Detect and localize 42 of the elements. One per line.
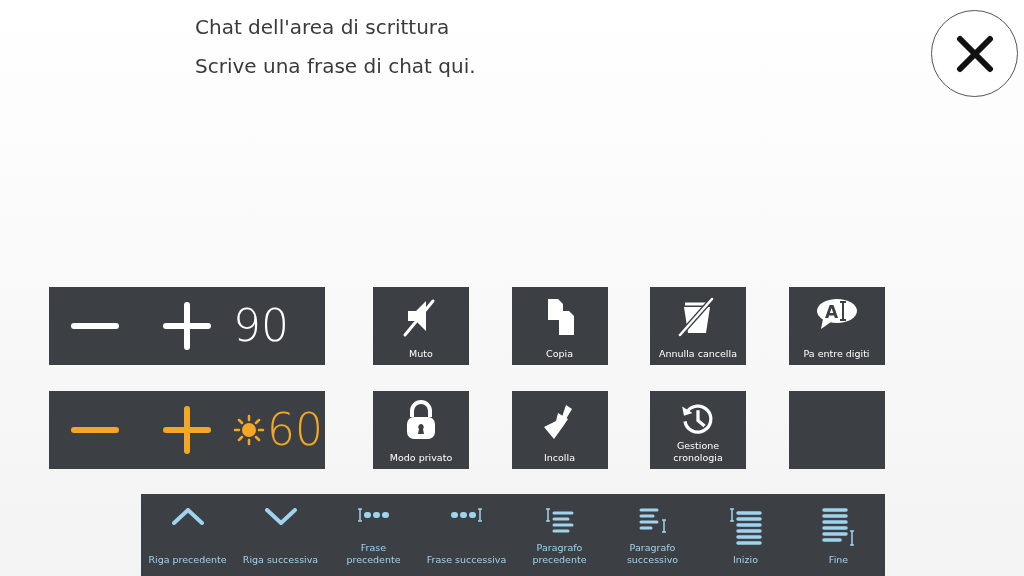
navigation-button[interactable]: Paragrafo precedente <box>513 494 606 576</box>
mute-icon <box>403 299 435 337</box>
plus-icon <box>163 406 211 454</box>
paragraph-start-icon <box>545 508 574 533</box>
navigation-button[interactable]: Paragrafo successivo <box>606 494 699 576</box>
minus-icon <box>71 322 119 330</box>
volume-value: 90 <box>233 304 289 348</box>
tile-button[interactable]: Modo privato <box>373 391 469 469</box>
plus-icon <box>163 302 211 350</box>
tile-button[interactable]: Muto <box>373 287 469 365</box>
minus-icon <box>71 426 119 434</box>
instruction-text: Scrive una frase di chat qui. <box>195 53 476 80</box>
paragraph-end-icon <box>638 508 667 533</box>
navigation-button[interactable]: Frase precedente <box>327 494 420 576</box>
sentence-end-icon <box>450 508 483 522</box>
document-start-icon <box>729 508 762 545</box>
navigation-button[interactable]: Riga successiva <box>234 494 327 576</box>
chevron-up-icon <box>171 508 204 525</box>
tile-button[interactable]: Annulla cancella <box>650 287 746 365</box>
copy-icon <box>547 299 574 335</box>
navigation-button[interactable]: Inizio <box>699 494 792 576</box>
brightness-value: 60 <box>267 408 323 452</box>
sun-icon <box>233 414 265 446</box>
document-end-icon <box>822 508 855 546</box>
chevron-down-icon <box>264 508 297 525</box>
navigation-button[interactable]: Fine <box>792 494 885 576</box>
tile-button[interactable]: Gestione cronologia <box>650 391 746 469</box>
trash-icon <box>678 297 714 337</box>
close-icon <box>955 34 994 73</box>
tile-button[interactable]: Copia <box>511 287 608 365</box>
tile-button[interactable]: A Pa entre digiti <box>788 287 885 365</box>
speech-bubble-icon <box>816 299 857 329</box>
sentence-start-icon <box>357 508 390 522</box>
lock-icon <box>407 400 435 439</box>
icon-letter: A <box>824 302 838 322</box>
tile-button[interactable]: Incolla <box>511 391 608 469</box>
brush-icon <box>543 405 572 439</box>
history-icon <box>682 404 713 434</box>
navigation-button[interactable]: Riga precedente <box>141 494 234 576</box>
empty-tile[interactable] <box>788 391 885 469</box>
navigation-button[interactable]: Frase successiva <box>420 494 513 576</box>
title: Chat dell'area di scrittura <box>195 14 450 41</box>
